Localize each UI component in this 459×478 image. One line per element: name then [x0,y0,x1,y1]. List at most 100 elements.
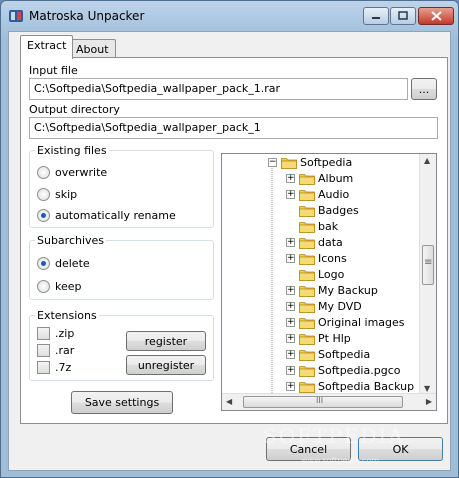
folder-tree[interactable]: − Softpedia + Album + Audio Badges bak + data + Ico… [221,153,437,411]
tree-item[interactable]: + Album [286,170,353,186]
vthumb-grip: ≡ [424,257,433,268]
folder-icon [299,381,315,393]
scroll-down-icon[interactable]: ▼ [424,384,430,393]
input-file-field[interactable]: C:\Softpedia\Softpedia_wallpaper_pack_1.… [29,78,408,100]
check-7z[interactable]: .7z [37,361,71,374]
expand-icon[interactable]: + [286,349,295,359]
radio-skip-circle[interactable] [37,188,50,201]
expand-icon[interactable]: + [286,237,295,247]
output-directory-field[interactable]: C:\Softpedia\Softpedia_wallpaper_pack_1 [29,117,438,139]
minimize-icon [372,17,380,19]
folder-icon [299,253,315,265]
tree-item-label: Softpedia [318,347,371,361]
vertical-scroll-thumb[interactable]: ≡ [422,245,434,285]
check-zip[interactable]: .zip [37,327,74,340]
check-zip-box[interactable] [37,327,50,340]
tree-item-label: Softpedia [300,155,353,169]
tree-item[interactable]: + Icons [286,250,347,266]
folder-icon [299,365,315,377]
subarchives-title: Subarchives [35,234,107,247]
radio-skip-label: skip [55,188,78,201]
radio-delete[interactable]: delete [37,257,90,270]
browse-button[interactable]: ... [411,78,437,100]
folder-icon [299,301,315,313]
expand-icon[interactable]: + [286,301,295,311]
tree-item-label: bak [318,219,339,233]
tree-item-label: My DVD [318,299,362,313]
minimize-button[interactable] [363,7,389,25]
radio-overwrite-circle[interactable] [37,166,50,179]
tab-extract[interactable]: Extract [20,35,74,59]
maximize-button[interactable] [390,7,416,25]
tree-item[interactable]: + Softpedia.pgco [286,362,400,378]
folder-icon [299,205,315,217]
folder-open-icon [281,157,297,169]
check-7z-box[interactable] [37,361,50,374]
tree-item[interactable]: bak [286,218,338,234]
radio-delete-label: delete [55,257,90,270]
register-button[interactable]: register [126,331,206,351]
vertical-scrollbar[interactable]: ▲ ≡ ▼ [419,154,436,395]
maximize-icon [398,11,408,20]
tree-item[interactable]: + Audio [286,186,349,202]
tree-item[interactable]: + data [286,234,343,250]
folder-icon [299,189,315,201]
scroll-right-icon[interactable]: ▶ [426,397,432,406]
hthumb-grip: III [316,396,324,405]
existing-files-title: Existing files [35,144,109,157]
tree-item-label: Softpedia Backup [318,379,415,393]
expand-icon[interactable]: + [286,381,295,391]
expand-icon[interactable]: + [286,317,295,327]
window-title: Matroska Unpacker [29,9,145,23]
tree-item[interactable]: Badges [286,202,359,218]
folder-icon [299,237,315,249]
tree-item-label: Original images [318,315,405,329]
radio-automatically-rename-circle[interactable] [37,209,50,222]
radio-delete-circle[interactable] [37,257,50,270]
check-rar-label: .rar [55,344,75,357]
expand-icon[interactable]: + [286,285,295,295]
tree-item[interactable]: + Softpedia Backup [286,378,414,394]
tab-about[interactable]: About [69,39,116,58]
check-rar-box[interactable] [37,344,50,357]
tree-item-root[interactable]: − Softpedia [268,154,352,170]
folder-icon [299,333,315,345]
tree-item[interactable]: + Pt Hlp [286,330,351,346]
save-settings-button[interactable]: Save settings [71,391,173,414]
folder-icon [299,349,315,361]
radio-keep[interactable]: keep [37,280,82,293]
scroll-left-icon[interactable]: ◀ [226,397,232,406]
radio-skip[interactable]: skip [37,188,77,201]
folder-icon [299,269,315,281]
tree-item-label: Icons [318,251,347,265]
close-icon [430,11,442,21]
tree-item-label: data [318,235,343,249]
tree-item[interactable]: Logo [286,266,344,282]
radio-keep-circle[interactable] [37,280,50,293]
tree-item[interactable]: + Softpedia [286,346,370,362]
expand-icon[interactable]: + [286,365,295,375]
output-directory-label: Output directory [29,103,120,116]
check-rar[interactable]: .rar [37,344,74,357]
check-zip-label: .zip [55,327,75,340]
tree-item[interactable]: + My Backup [286,282,378,298]
expand-icon[interactable]: + [286,173,295,183]
radio-overwrite[interactable]: overwrite [37,166,107,179]
collapse-icon[interactable]: − [268,157,277,167]
expand-icon[interactable]: + [286,333,295,343]
tree-item[interactable]: + My DVD [286,298,362,314]
expand-icon[interactable]: + [286,189,295,199]
scroll-up-icon[interactable]: ▲ [424,156,430,165]
close-window-button[interactable] [418,7,454,25]
folder-icon [299,173,315,185]
horizontal-scroll-thumb[interactable]: III [243,396,403,408]
expand-icon[interactable]: + [286,253,295,263]
title-bar[interactable]: Matroska Unpacker [1,1,458,31]
horizontal-scrollbar[interactable]: ◀ III ▶ [222,393,436,410]
radio-automatically-rename[interactable]: automatically rename [37,209,176,222]
unregister-button[interactable]: unregister [126,355,206,375]
extensions-title: Extensions [35,309,99,322]
client-area: Extract About Input file C:\Softpedia\So… [8,31,451,471]
tree-item[interactable]: + Original images [286,314,405,330]
check-7z-label: .7z [55,361,72,374]
